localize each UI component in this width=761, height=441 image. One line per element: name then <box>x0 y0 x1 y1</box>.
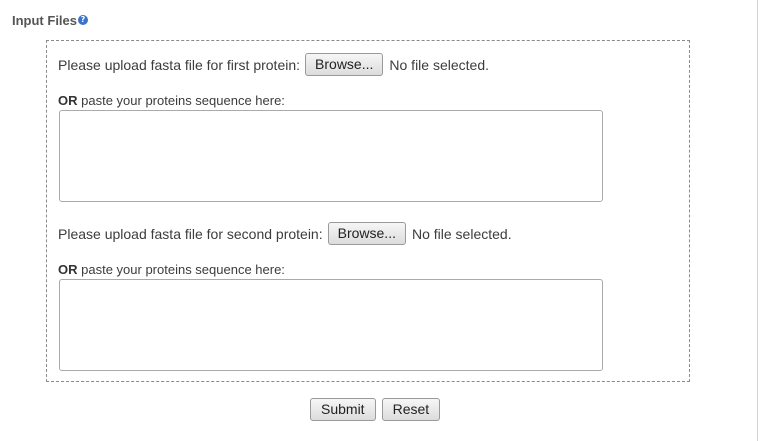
second-protein-browse-button[interactable]: Browse... <box>327 222 406 245</box>
second-protein-upload-row: Please upload fasta file for second prot… <box>58 222 512 245</box>
upload-box: Please upload fasta file for first prote… <box>46 40 690 382</box>
paste-instruction: paste your proteins sequence here: <box>81 93 285 108</box>
page-edge-rule <box>757 0 758 441</box>
paste-instruction: paste your proteins sequence here: <box>81 262 285 277</box>
first-protein-upload-label: Please upload fasta file for first prote… <box>58 56 301 73</box>
section-title: Input Files <box>12 13 77 28</box>
second-protein-file-status: No file selected. <box>411 225 512 242</box>
form-actions: Submit Reset <box>310 398 446 421</box>
second-protein-sequence-textarea[interactable] <box>59 279 603 371</box>
page: Input Files ? Please upload fasta file f… <box>0 0 761 441</box>
first-protein-upload-row: Please upload fasta file for first prote… <box>58 53 489 76</box>
or-word: OR <box>58 262 78 277</box>
first-protein-file-status: No file selected. <box>389 56 489 73</box>
first-protein-sequence-textarea[interactable] <box>59 110 603 202</box>
second-protein-paste-label: OR paste your proteins sequence here: <box>58 262 285 277</box>
input-files-heading: Input Files ? <box>12 13 88 28</box>
reset-button[interactable]: Reset <box>381 398 441 421</box>
first-protein-paste-label: OR paste your proteins sequence here: <box>58 93 285 108</box>
or-word: OR <box>58 93 78 108</box>
help-icon[interactable]: ? <box>78 15 88 25</box>
submit-button[interactable]: Submit <box>310 398 376 421</box>
first-protein-browse-button[interactable]: Browse... <box>305 53 384 76</box>
second-protein-upload-label: Please upload fasta file for second prot… <box>58 225 323 242</box>
